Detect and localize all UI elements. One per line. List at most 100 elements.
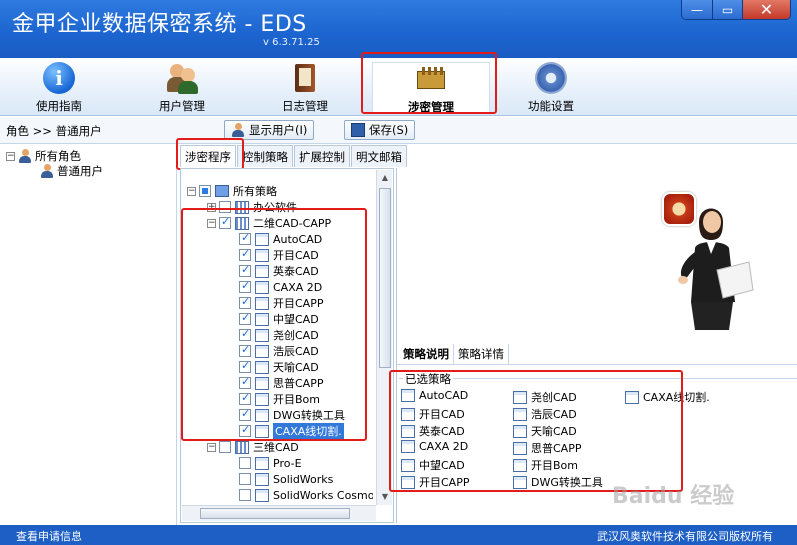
- horizontal-scrollbar[interactable]: [182, 505, 376, 521]
- selected-policy-label: 开目Bom: [531, 459, 578, 472]
- close-button[interactable]: ✕: [742, 0, 790, 19]
- tree-node-label: SolidWorks: [273, 472, 334, 486]
- tab-policy-details[interactable]: 策略详情: [454, 344, 509, 364]
- checkbox[interactable]: [239, 327, 251, 341]
- collapse-icon[interactable]: −: [207, 218, 216, 228]
- program-icon: [255, 280, 269, 294]
- checkbox[interactable]: [239, 489, 251, 501]
- tree-node-program[interactable]: 尧创CAD: [239, 327, 319, 343]
- nav-guide[interactable]: i 使用指南: [4, 62, 114, 114]
- checkbox[interactable]: [239, 473, 251, 485]
- checkbox[interactable]: [239, 247, 251, 261]
- checkbox[interactable]: [239, 423, 251, 437]
- checkbox[interactable]: [219, 201, 231, 213]
- selected-policy-item: 开目CAD: [401, 406, 465, 422]
- nav-settings[interactable]: 功能设置: [496, 62, 606, 114]
- nav-secret-management[interactable]: 涉密管理: [372, 62, 490, 114]
- collapse-icon[interactable]: −: [6, 151, 15, 161]
- tree-node-label: 开目CAD: [273, 249, 319, 262]
- nav-user-management[interactable]: 用户管理: [127, 62, 237, 114]
- tree-node-program[interactable]: CAXA 2D: [239, 279, 322, 295]
- program-icon: [401, 424, 415, 438]
- vertical-scrollbar[interactable]: ▲ ▼: [376, 170, 392, 505]
- tree-node-label: Pro-E: [273, 456, 302, 470]
- program-icon: [255, 248, 269, 262]
- selected-policy-item: 尧创CAD: [513, 389, 577, 405]
- checkbox[interactable]: [239, 295, 251, 309]
- tree-node-program[interactable]: SolidWorks Cosmo: [239, 487, 373, 503]
- show-users-button[interactable]: 显示用户(I): [224, 120, 315, 140]
- tab-control-policy[interactable]: 控制策略: [237, 145, 293, 167]
- tab-secret-programs[interactable]: 涉密程序: [180, 145, 236, 167]
- selected-policy-item: 浩辰CAD: [513, 406, 577, 422]
- checkbox[interactable]: [219, 441, 231, 453]
- checkbox[interactable]: [239, 343, 251, 357]
- tree-node-program[interactable]: 英泰CAD: [239, 263, 319, 279]
- tree-node-program[interactable]: SolidWorks: [239, 471, 333, 487]
- checkbox[interactable]: [219, 215, 231, 229]
- tab-plain-mailbox[interactable]: 明文邮箱: [351, 145, 407, 167]
- checkbox[interactable]: [239, 359, 251, 373]
- tree-node-label: 浩辰CAD: [273, 345, 319, 358]
- tree-node-program[interactable]: 开目CAD: [239, 247, 319, 263]
- expand-icon[interactable]: +: [207, 202, 216, 212]
- tree-node-label: 二维CAD-CAPP: [253, 217, 332, 230]
- nav-label: 功能设置: [528, 99, 574, 113]
- checkbox[interactable]: [239, 263, 251, 277]
- checkbox[interactable]: [239, 391, 251, 405]
- tree-node-label: 办公软件: [253, 201, 297, 214]
- computer-icon: [215, 185, 229, 197]
- collapse-icon[interactable]: −: [207, 442, 216, 452]
- tree-node-label: 英泰CAD: [273, 265, 319, 278]
- save-button[interactable]: 保存(S): [344, 120, 416, 140]
- tree-node-label: 尧创CAD: [273, 329, 319, 342]
- tree-node-program[interactable]: 中望CAD: [239, 311, 319, 327]
- nav-log-management[interactable]: 日志管理: [250, 62, 360, 114]
- tab-policy-description[interactable]: 策略说明: [399, 344, 454, 364]
- tree-node-label: 普通用户: [57, 164, 103, 178]
- user-icon: [40, 164, 54, 178]
- tree-node-program[interactable]: CAXA线切割.: [239, 423, 344, 439]
- tree-node-all-policies[interactable]: − 所有策略: [187, 183, 277, 199]
- tree-node-program[interactable]: AutoCAD: [239, 231, 322, 247]
- divider: [397, 364, 797, 365]
- role-tree: − 所有角色 普通用户: [0, 145, 177, 525]
- tree-node-group[interactable]: + 办公软件: [207, 199, 297, 215]
- selected-policy-item: 开目CAPP: [401, 474, 469, 490]
- tree-node-program[interactable]: 开目CAPP: [239, 295, 323, 311]
- tree-node-group[interactable]: − 二维CAD-CAPP: [207, 215, 331, 231]
- checkbox[interactable]: [199, 185, 211, 197]
- checkbox[interactable]: [239, 375, 251, 389]
- tree-node-all-roles[interactable]: − 所有角色: [6, 148, 81, 164]
- tree-node-group[interactable]: − 三维CAD: [207, 439, 299, 455]
- tree-node-program[interactable]: 开目Bom: [239, 391, 320, 407]
- scroll-up-icon[interactable]: ▲: [377, 170, 393, 186]
- checkbox[interactable]: [239, 231, 251, 245]
- tree-node-program[interactable]: 浩辰CAD: [239, 343, 319, 359]
- policy-tree: − 所有策略 + 办公软件 − 二维CAD-CAPP AutoCAD 开目CAD 英…: [183, 181, 373, 511]
- tab-extended-control[interactable]: 扩展控制: [294, 145, 350, 167]
- tree-node-normal-user[interactable]: 普通用户: [40, 163, 103, 179]
- scroll-thumb[interactable]: [200, 508, 350, 519]
- nav-label: 日志管理: [282, 99, 328, 113]
- minimize-button[interactable]: —: [682, 0, 712, 19]
- status-left[interactable]: 查看申请信息: [16, 528, 82, 544]
- tree-node-label: 思普CAPP: [273, 377, 324, 390]
- checkbox[interactable]: [239, 407, 251, 421]
- tree-node-program[interactable]: DWG转换工具: [239, 407, 345, 423]
- tree-node-label: 开目Bom: [273, 393, 320, 406]
- program-icon: [401, 475, 415, 489]
- checkbox[interactable]: [239, 279, 251, 293]
- maximize-button[interactable]: ▭: [712, 0, 742, 19]
- scroll-down-icon[interactable]: ▼: [377, 489, 393, 505]
- tree-node-label: DWG转换工具: [273, 409, 345, 422]
- tree-node-program[interactable]: 天喻CAD: [239, 359, 319, 375]
- collapse-icon[interactable]: −: [187, 186, 196, 196]
- scroll-thumb[interactable]: [379, 188, 391, 368]
- title-bar: 金甲企业数据保密系统 - EDS v 6.3.71.25 — ▭ ✕: [0, 0, 797, 58]
- tree-node-program[interactable]: 思普CAPP: [239, 375, 323, 391]
- checkbox[interactable]: [239, 457, 251, 469]
- tree-node-program[interactable]: Pro-E: [239, 455, 302, 471]
- checkbox[interactable]: [239, 311, 251, 325]
- program-icon: [255, 392, 269, 406]
